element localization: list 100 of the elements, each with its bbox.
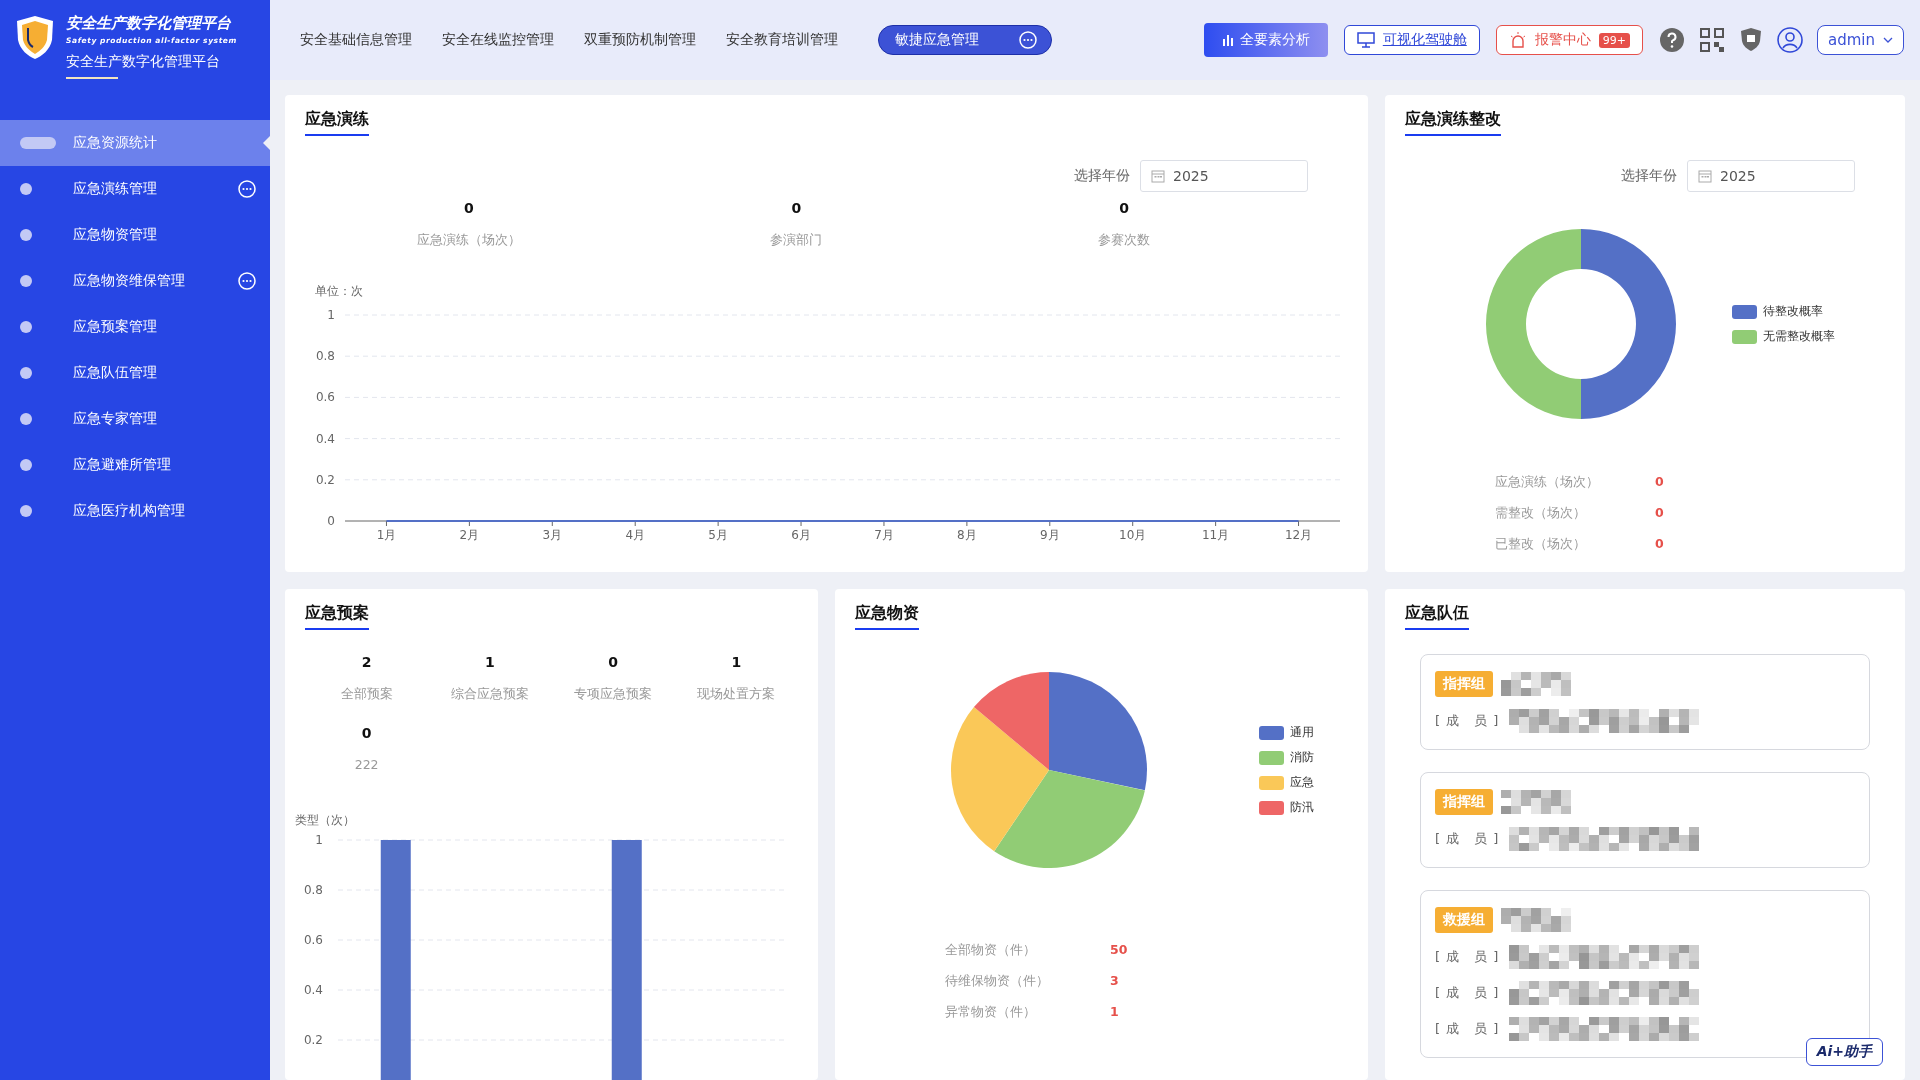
nav-tab[interactable]: 安全在线监控管理 bbox=[442, 31, 554, 49]
axis-tick-label: 2月 bbox=[459, 528, 480, 542]
nav-tab[interactable]: 敏捷应急管理 bbox=[878, 25, 1052, 55]
count-badge: 99+ bbox=[1598, 32, 1630, 48]
member-label: [ 成 员 ] bbox=[1435, 984, 1501, 1002]
bullet-icon bbox=[20, 505, 32, 517]
more-icon bbox=[238, 180, 256, 198]
year-label: 选择年份 bbox=[1074, 167, 1130, 185]
stat-label: 应急演练（场次） bbox=[416, 232, 521, 249]
pixelated-name-drawing bbox=[1501, 672, 1571, 696]
member-label: [ 成 员 ] bbox=[1435, 1020, 1501, 1038]
alarm-light-icon bbox=[1508, 31, 1527, 49]
axis-tick-label: 1月 bbox=[376, 528, 397, 542]
stat-label: 222 bbox=[354, 757, 379, 772]
stat-label: 参赛次数 bbox=[1098, 232, 1151, 249]
stat-value: 0 bbox=[463, 200, 474, 216]
member-label: [ 成 员 ] bbox=[1435, 712, 1501, 730]
bullet-icon bbox=[20, 137, 56, 149]
year-picker[interactable]: 2025 bbox=[1687, 160, 1855, 192]
user-menu[interactable]: admin bbox=[1817, 25, 1904, 55]
axis-title: 单位：次 bbox=[315, 285, 363, 298]
bullet-icon bbox=[20, 183, 32, 195]
axis-tick-label: 5月 bbox=[708, 528, 728, 542]
year-picker[interactable]: 2025 bbox=[1140, 160, 1308, 192]
stat-label: 参演部门 bbox=[770, 232, 823, 249]
member-label: [ 成 员 ] bbox=[1435, 948, 1501, 966]
legend-label: 消防 bbox=[1290, 749, 1314, 766]
year-label: 选择年份 bbox=[1621, 167, 1677, 185]
stat-label: 全部预案 bbox=[340, 686, 393, 703]
stat-value: 1 bbox=[1110, 1004, 1120, 1021]
stat-value: 1 bbox=[731, 654, 742, 670]
sidebar-item[interactable]: 应急预案管理 bbox=[0, 304, 270, 350]
axis-tick-label: 0.6 bbox=[303, 933, 323, 947]
stat-value: 0 bbox=[1655, 505, 1665, 522]
nav-tab[interactable]: 双重预防机制管理 bbox=[584, 31, 696, 49]
bullet-icon bbox=[20, 275, 32, 287]
panel-title: 应急物资 bbox=[855, 603, 919, 630]
user-icon[interactable] bbox=[1777, 27, 1803, 53]
bullet-icon bbox=[20, 413, 32, 425]
bar-chart-icon bbox=[1221, 34, 1234, 46]
panel-title: 应急队伍 bbox=[1405, 603, 1469, 630]
help-icon[interactable] bbox=[1659, 27, 1685, 53]
axis-tick-label: 12月 bbox=[1284, 528, 1313, 542]
stat-label: 综合应急预案 bbox=[450, 686, 529, 703]
legend-label: 通用 bbox=[1290, 724, 1314, 741]
bullet-icon bbox=[20, 321, 32, 333]
axis-tick-label: 0.2 bbox=[303, 1033, 323, 1047]
axis-tick-label: 9月 bbox=[1039, 528, 1060, 542]
stat-label: 现场处置方案 bbox=[697, 686, 776, 703]
sidebar-item[interactable]: 应急物资维保管理 bbox=[0, 258, 270, 304]
sidebar-item[interactable]: 应急医疗机构管理 bbox=[0, 488, 270, 534]
sidebar-item[interactable]: 应急避难所管理 bbox=[0, 442, 270, 488]
analysis-button[interactable]: 全要素分析 bbox=[1203, 23, 1328, 57]
axis-tick-label: 0.8 bbox=[303, 883, 323, 897]
shield-icon[interactable] bbox=[1739, 27, 1763, 53]
sidebar-item[interactable]: 应急资源统计 bbox=[0, 120, 270, 166]
stat-label: 专项应急预案 bbox=[574, 686, 653, 703]
alarm-button[interactable]: 报警中心 99+ bbox=[1495, 25, 1643, 55]
sidebar-item[interactable]: 应急物资管理 bbox=[0, 212, 270, 258]
legend-label: 无需整改概率 bbox=[1763, 328, 1835, 345]
panel-title: 应急预案 bbox=[305, 603, 369, 630]
legend-label: 防汛 bbox=[1290, 799, 1314, 816]
group-tag: 指挥组 bbox=[1435, 789, 1493, 815]
axis-tick-label: 0.6 bbox=[315, 390, 335, 405]
group-tag: 指挥组 bbox=[1435, 671, 1493, 697]
axis-tick-label: 1 bbox=[327, 308, 335, 322]
nav-tab[interactable]: 安全基础信息管理 bbox=[300, 31, 412, 49]
cockpit-button[interactable]: 可视化驾驶舱 bbox=[1343, 25, 1480, 55]
axis-tick-label: 0.4 bbox=[315, 431, 335, 446]
legend-label: 应急 bbox=[1290, 774, 1314, 791]
axis-tick-label: 3月 bbox=[542, 528, 563, 542]
panel-title: 应急演练 bbox=[305, 109, 369, 136]
group-tag: 救援组 bbox=[1435, 907, 1493, 933]
chevron-down-icon bbox=[1883, 37, 1893, 43]
axis-tick-label: 0.8 bbox=[315, 349, 335, 364]
app-title: 安全生产数字化管理平台 bbox=[66, 14, 232, 33]
panel-title: 应急演练整改 bbox=[1405, 109, 1501, 136]
stat-value: 3 bbox=[1110, 973, 1120, 990]
ai-assistant-button[interactable]: Ai+助手 bbox=[1805, 1038, 1883, 1066]
nav-tab[interactable]: 安全教育培训管理 bbox=[726, 31, 838, 49]
axis-tick-label: 1 bbox=[315, 833, 323, 847]
sidebar-item[interactable]: 应急演练管理 bbox=[0, 166, 270, 212]
stat-value: 1 bbox=[485, 654, 495, 670]
axis-tick-label: 0.2 bbox=[315, 472, 335, 487]
stat-value: 0 bbox=[1655, 474, 1665, 491]
sidebar-item[interactable]: 应急专家管理 bbox=[0, 396, 270, 442]
stat-value: 50 bbox=[1110, 942, 1129, 959]
stat-value: 2 bbox=[361, 654, 372, 670]
axis-tick-label: 11月 bbox=[1202, 528, 1230, 542]
more-icon bbox=[238, 272, 256, 290]
sidebar-item[interactable]: 应急队伍管理 bbox=[0, 350, 270, 396]
stat-label: 已整改（场次） bbox=[1495, 536, 1587, 553]
stat-value: 0 bbox=[361, 725, 372, 741]
qr-code-icon[interactable] bbox=[1699, 27, 1725, 53]
axis-tick-label: 4月 bbox=[625, 528, 646, 542]
axis-tick-label: 0.4 bbox=[303, 983, 323, 997]
bullet-icon bbox=[20, 367, 32, 379]
axis-tick-label: 10月 bbox=[1119, 528, 1147, 542]
axis-tick-label: 7月 bbox=[874, 528, 894, 542]
stat-value: 0 bbox=[1655, 536, 1665, 553]
